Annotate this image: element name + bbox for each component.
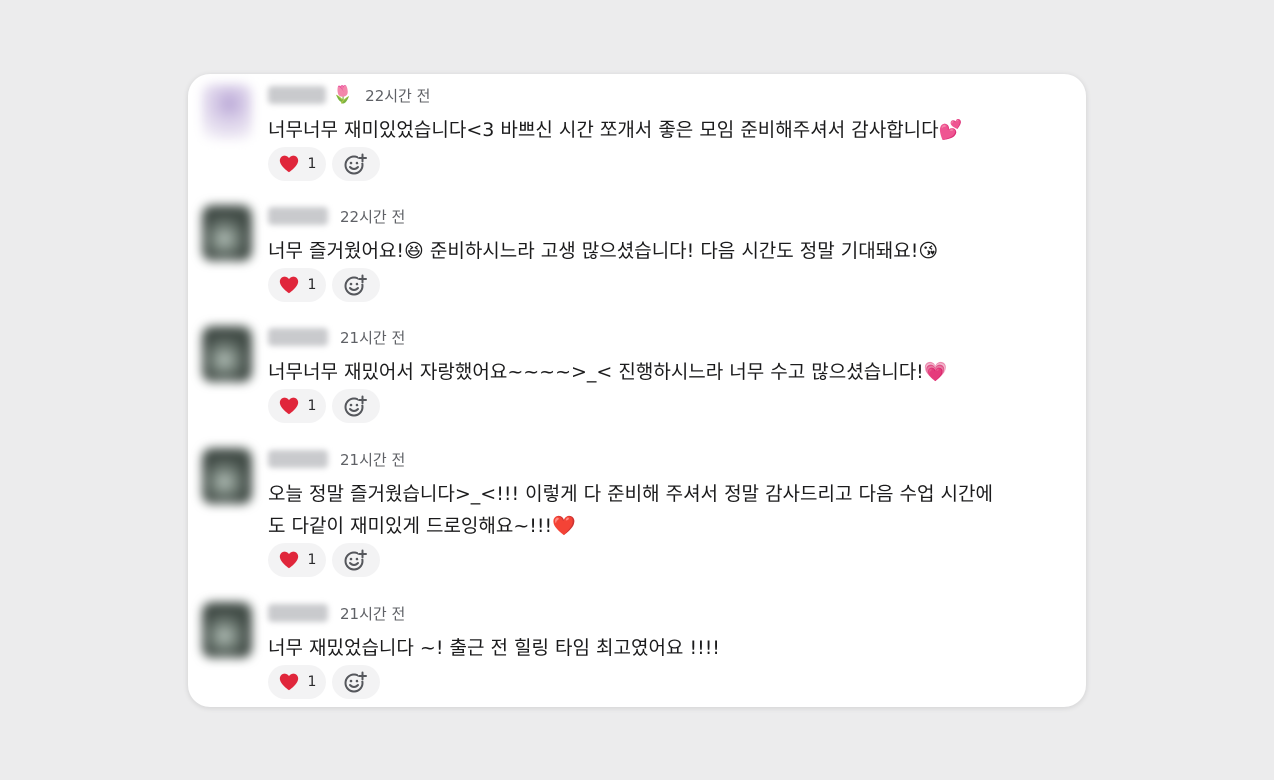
comment-time: 21시간 전 bbox=[340, 328, 406, 347]
add-reaction-button[interactable] bbox=[332, 543, 380, 577]
reaction-bar: 1 bbox=[268, 665, 380, 699]
add-emoji-icon bbox=[344, 549, 367, 571]
comment-time: 21시간 전 bbox=[340, 604, 406, 623]
reaction-bar: 1 bbox=[268, 147, 380, 181]
comment-text: 너무너무 재밌어서 자랑했어요~~~~>_< 진행하시느라 너무 수고 많으셨습… bbox=[268, 356, 1068, 388]
comment-text-line: 너무 즐거웠어요!😆 준비하시느라 고생 많으셨습니다! 다음 시간도 정말 기… bbox=[268, 240, 939, 262]
add-reaction-button[interactable] bbox=[332, 268, 380, 302]
reaction-count: 1 bbox=[307, 674, 317, 690]
comment-time: 22시간 전 bbox=[340, 207, 406, 226]
comment-header: 21시간 전 bbox=[268, 600, 405, 626]
add-reaction-button[interactable] bbox=[332, 147, 380, 181]
comment-text: 너무너무 재미있었습니다<3 바쁘신 시간 쪼개서 좋은 모임 준비해주셔서 감… bbox=[268, 114, 1068, 146]
reaction-heart-button[interactable]: 1 bbox=[268, 389, 326, 423]
reaction-count: 1 bbox=[307, 277, 317, 293]
comment-text-line: 오늘 정말 즐거웠습니다>_<!!! 이렇게 다 준비해 주셔서 정말 감사드리… bbox=[268, 483, 993, 505]
reaction-heart-button[interactable]: 1 bbox=[268, 665, 326, 699]
comment-text: 오늘 정말 즐거웠습니다>_<!!! 이렇게 다 준비해 주셔서 정말 감사드리… bbox=[268, 478, 1068, 542]
comment-text-line: 너무너무 재미있었습니다<3 바쁘신 시간 쪼개서 좋은 모임 준비해주셔서 감… bbox=[268, 119, 963, 141]
reaction-heart-button[interactable]: 1 bbox=[268, 147, 326, 181]
comment-header: 22시간 전 bbox=[268, 203, 405, 229]
comment-time: 21시간 전 bbox=[340, 450, 406, 469]
add-reaction-button[interactable] bbox=[332, 389, 380, 423]
reaction-bar: 1 bbox=[268, 389, 380, 423]
author-name[interactable] bbox=[268, 604, 328, 622]
avatar[interactable] bbox=[202, 326, 252, 382]
reaction-count: 1 bbox=[307, 552, 317, 568]
author-name[interactable] bbox=[268, 450, 328, 468]
avatar[interactable] bbox=[202, 84, 252, 140]
reaction-count: 1 bbox=[307, 398, 317, 414]
comment-header: 🌷 22시간 전 bbox=[268, 82, 430, 108]
avatar[interactable] bbox=[202, 448, 252, 504]
avatar[interactable] bbox=[202, 205, 252, 261]
comment-text-line: 도 다같이 재미있게 드로잉해요~!!!❤️ bbox=[268, 515, 576, 537]
comment-header: 21시간 전 bbox=[268, 446, 405, 472]
reaction-count: 1 bbox=[307, 156, 317, 172]
add-emoji-icon bbox=[344, 395, 367, 417]
author-name[interactable] bbox=[268, 86, 326, 104]
comment-text: 너무 즐거웠어요!😆 준비하시느라 고생 많으셨습니다! 다음 시간도 정말 기… bbox=[268, 235, 1068, 267]
add-emoji-icon bbox=[344, 153, 367, 175]
comment-card: 🌷 22시간 전 너무너무 재미있었습니다<3 바쁘신 시간 쪼개서 좋은 모임… bbox=[188, 74, 1086, 707]
reaction-heart-button[interactable]: 1 bbox=[268, 268, 326, 302]
add-emoji-icon bbox=[344, 671, 367, 693]
reaction-bar: 1 bbox=[268, 268, 380, 302]
add-reaction-button[interactable] bbox=[332, 665, 380, 699]
author-name[interactable] bbox=[268, 207, 328, 225]
heart-icon bbox=[279, 155, 298, 173]
comment-header: 21시간 전 bbox=[268, 324, 405, 350]
comment-text-line: 너무너무 재밌어서 자랑했어요~~~~>_< 진행하시느라 너무 수고 많으셨습… bbox=[268, 361, 948, 383]
heart-icon bbox=[279, 673, 298, 691]
heart-icon bbox=[279, 276, 298, 294]
heart-icon bbox=[279, 551, 298, 569]
avatar[interactable] bbox=[202, 602, 252, 658]
reaction-heart-button[interactable]: 1 bbox=[268, 543, 326, 577]
heart-icon bbox=[279, 397, 298, 415]
tulip-icon: 🌷 bbox=[332, 84, 354, 105]
add-emoji-icon bbox=[344, 274, 367, 296]
comment-text-line: 너무 재밌었습니다 ~! 출근 전 힐링 타임 최고였어요 !!!! bbox=[268, 637, 720, 659]
comment-time: 22시간 전 bbox=[365, 86, 431, 105]
comment-text: 너무 재밌었습니다 ~! 출근 전 힐링 타임 최고였어요 !!!! bbox=[268, 632, 1068, 664]
reaction-bar: 1 bbox=[268, 543, 380, 577]
author-name[interactable] bbox=[268, 328, 328, 346]
